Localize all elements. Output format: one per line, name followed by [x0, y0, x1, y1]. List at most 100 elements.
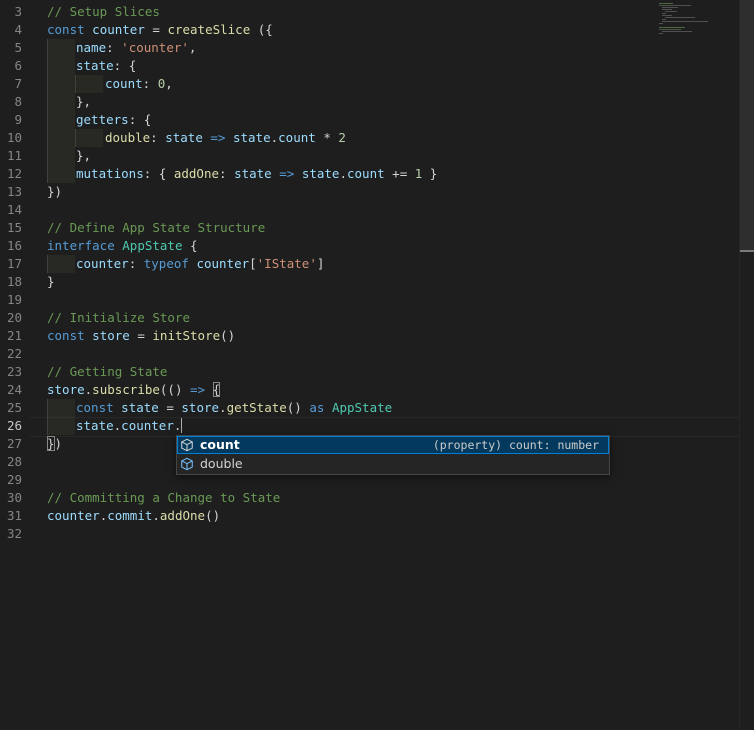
- string: 'IState': [256, 256, 317, 271]
- code-line: count: 0,: [105, 76, 173, 91]
- suggestion-double[interactable]: double: [177, 455, 609, 473]
- code-line: const store = initStore(): [47, 328, 236, 343]
- property: count: [347, 166, 385, 181]
- identifier: state: [76, 418, 114, 433]
- identifier: counter: [196, 256, 250, 271]
- property-key: getters: [76, 112, 129, 127]
- keyword: const: [47, 328, 85, 343]
- line-number: 30: [6, 490, 22, 505]
- type-name: AppState: [331, 400, 393, 415]
- code-line: store.subscribe(() => {: [47, 382, 221, 397]
- line-number: 28: [6, 454, 22, 469]
- function-name: initStore: [152, 328, 221, 343]
- vertical-scrollbar[interactable]: [739, 0, 754, 730]
- method-name: double: [105, 130, 151, 145]
- autocomplete-suggestions[interactable]: count (property) count: number double: [176, 435, 610, 475]
- code-editor[interactable]: 3 4 5 6 7 8 9 10 11 12 13 14 15 16 17 18 19 20 21 22 23 24 25 2…: [0, 0, 754, 730]
- matching-bracket: {: [212, 382, 221, 397]
- code-line: // Initialize Store: [47, 309, 190, 327]
- line-number: 26: [6, 418, 22, 433]
- line-number: 20: [6, 310, 22, 325]
- code-line: mutations: { addOne: state => state.coun…: [76, 166, 438, 181]
- suggestion-label: count: [200, 437, 240, 452]
- property: count: [278, 130, 316, 145]
- code-line: }): [47, 183, 62, 201]
- string: 'counter': [121, 40, 189, 55]
- line-number: 14: [6, 202, 22, 217]
- arrow: =>: [210, 130, 226, 145]
- line-number: 12: [6, 166, 22, 181]
- punctuation: },: [76, 94, 92, 109]
- line-number: 27: [6, 436, 22, 451]
- method-name: addOne: [173, 166, 219, 181]
- code-line: name: 'counter',: [76, 40, 197, 55]
- number: 2: [338, 130, 346, 145]
- line-number: 6: [14, 58, 22, 73]
- identifier: store: [92, 328, 130, 343]
- code-line: double: state => state.count * 2: [105, 130, 346, 145]
- keyword: const: [47, 22, 85, 37]
- code-area[interactable]: // Setup Slices const counter = createSl…: [47, 0, 687, 730]
- minimap[interactable]: [657, 0, 739, 40]
- code-line: state: {: [76, 58, 137, 73]
- text-cursor: [181, 418, 183, 433]
- cursor-ruler-mark: [740, 250, 754, 252]
- type-name: AppState: [122, 238, 183, 253]
- line-number: 23: [6, 364, 22, 379]
- line-number: 5: [14, 40, 22, 55]
- property: counter: [121, 418, 174, 433]
- identifier: state: [232, 130, 271, 145]
- code-line: // Getting State: [47, 363, 167, 381]
- line-number: 15: [6, 220, 22, 235]
- keyword: as: [309, 400, 325, 415]
- suggestion-detail: (property) count: number: [432, 438, 599, 452]
- code-line: const counter = createSlice ({: [47, 21, 273, 39]
- code-line-active[interactable]: state.counter.: [76, 417, 183, 435]
- line-number: 29: [6, 472, 22, 487]
- line-number: 16: [6, 238, 22, 253]
- function-name: subscribe: [92, 382, 160, 397]
- comment: // Setup Slices: [47, 4, 160, 19]
- line-number: 11: [6, 148, 22, 163]
- line-number: 17: [6, 256, 22, 271]
- punctuation: }: [47, 274, 55, 289]
- punctuation: ({: [250, 22, 273, 37]
- matching-bracket: }: [47, 436, 55, 451]
- scrollbar-thumb[interactable]: [740, 0, 754, 252]
- property-key: count: [105, 76, 143, 91]
- parameter: state: [165, 130, 203, 145]
- code-line: const state = store.getState() as AppSta…: [76, 400, 393, 415]
- line-number: 32: [6, 526, 22, 541]
- line-number: 4: [14, 22, 22, 37]
- function-name: getState: [226, 400, 287, 415]
- property-key: state: [76, 58, 114, 73]
- code-line: // Committing a Change to State: [47, 489, 280, 507]
- function-name: addOne: [159, 508, 206, 523]
- property-key: counter: [76, 256, 129, 271]
- line-number: 7: [14, 76, 22, 91]
- line-number: 3: [14, 4, 22, 19]
- identifier: state: [301, 166, 340, 181]
- property-key: mutations: [76, 166, 144, 181]
- suggestion-count[interactable]: count (property) count: number: [177, 436, 609, 454]
- arrow: =>: [190, 382, 206, 397]
- identifier: state: [121, 400, 159, 415]
- line-number: 21: [6, 328, 22, 343]
- identifier: store: [181, 400, 220, 415]
- property-cube-icon: [181, 438, 193, 452]
- parameter: state: [234, 166, 272, 181]
- line-number-gutter: 3 4 5 6 7 8 9 10 11 12 13 14 15 16 17 18 19 20 21 22 23 24 25 2…: [0, 0, 26, 730]
- line-number: 25: [6, 400, 22, 415]
- code-line: // Define App State Structure: [47, 219, 265, 237]
- code-line: },: [76, 147, 91, 165]
- property-key: name: [76, 40, 107, 55]
- line-number: 18: [6, 274, 22, 289]
- property-cube-icon: [181, 457, 193, 471]
- code-line: getters: {: [76, 112, 152, 127]
- operator: =: [144, 22, 168, 37]
- comment: // Committing a Change to State: [47, 490, 281, 505]
- code-line: counter.commit.addOne(): [47, 508, 221, 523]
- keyword: typeof: [143, 256, 189, 271]
- code-line: },: [76, 93, 91, 111]
- code-line: interface AppState {: [47, 238, 198, 253]
